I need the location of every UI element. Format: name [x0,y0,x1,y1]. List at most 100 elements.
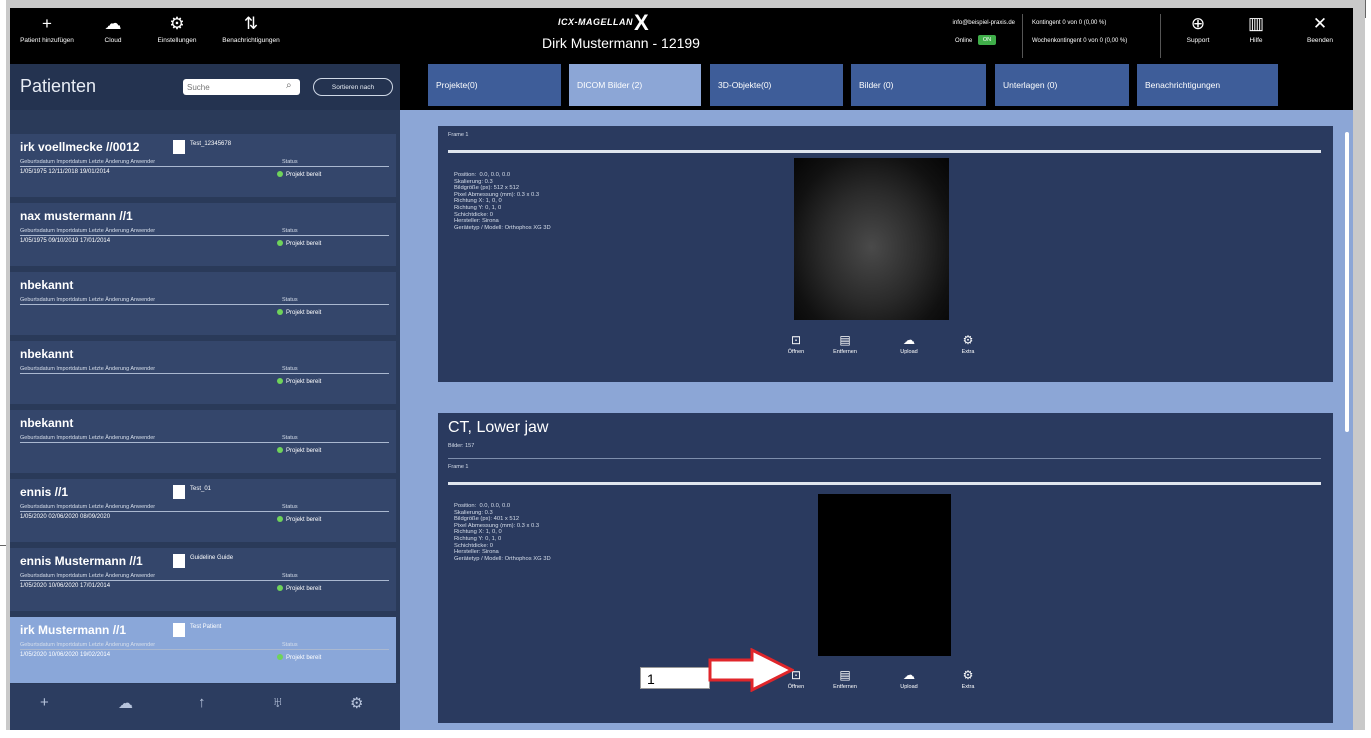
app-logo: ICX-MAGELLANX [558,10,650,35]
divider [20,580,389,581]
divider [1160,14,1161,58]
open-button[interactable]: ⊡ Öffnen [781,332,811,356]
patient-list-item[interactable]: ennis //1 Test_01 Geburtsdatum Importdatum… [10,479,396,542]
extra-button[interactable]: ⚙ Extra [953,332,983,356]
dicom-preview-image[interactable] [818,494,951,656]
upload-button[interactable]: ☁ Upload [894,667,924,691]
status-label: Status [282,435,298,441]
patient-list-item[interactable]: nbekannt Geburtsdatum Importdatum Letzte … [10,272,396,335]
tab-images[interactable]: Bilder (0) [851,64,986,106]
status-badge: Projekt bereit [277,516,321,523]
plus-icon[interactable]: + [40,694,49,711]
tooth-icon[interactable]: ♅ [272,694,283,711]
cloud-icon: ☁ [104,14,122,33]
status-dot-icon [277,309,283,315]
gear-icon: ⚙ [962,668,974,682]
gear-icon[interactable]: ⚙ [350,694,363,712]
patient-list-item[interactable]: irk Mustermann //1 Test Patient Geburtsdat… [10,617,396,683]
tab-notifications[interactable]: Benachrichtigungen [1137,64,1278,106]
settings-button[interactable]: ⚙ Einstellungen [146,12,208,46]
gear-icon: ⚙ [962,333,974,347]
patient-list-item[interactable]: ennis Mustermann //1 Guideline Guide Gebur… [10,548,396,611]
cloud-icon[interactable]: ☁ [118,694,133,712]
sort-button[interactable]: Sortieren nach [313,78,393,96]
divider [0,545,6,546]
tab-documents[interactable]: Unterlagen (0) [995,64,1129,106]
exit-button[interactable]: ✕ Beenden [1300,12,1340,46]
divider [20,304,389,305]
scrollbar[interactable] [1345,132,1349,432]
divider [20,649,389,650]
search-icon[interactable]: ⌕ [286,80,292,91]
close-icon: ✕ [1312,14,1328,33]
patient-list-item[interactable]: nbekannt Geburtsdatum Importdatum Letzte … [10,341,396,404]
patient-column-headers: Geburtsdatum Importdatum Letzte Änderung… [20,366,156,372]
divider [448,482,1321,485]
image-icon: ⊡ [790,333,802,347]
patient-name: irk voellmecke //0012 [20,140,140,154]
upload-icon[interactable]: ↑ [198,694,206,711]
patient-name: nax mustermann //1 [20,209,133,223]
patient-name: nbekannt [20,416,74,430]
book-icon: ▥ [1247,14,1265,33]
status-label: Status [282,297,298,303]
divider [20,166,389,167]
quota-text: Wochenkontingent 0 von 0 (0,00 %) [1032,38,1128,44]
divider [1022,14,1023,58]
support-button[interactable]: ⊕ Support [1178,12,1218,46]
remove-button[interactable]: ▤ Entfernen [830,667,860,691]
status-label: Status [282,573,298,579]
content-area: Projekte(0) DICOM Bilder (2) 3D-Objekte(… [400,64,1353,730]
arrow-icon [708,648,794,692]
patient-toolbar: + ☁ ↑ ♅ ⚙ [10,684,400,730]
dicom-item: Frame 1 Position: 0.0, 0.0, 0.0 Skalieru… [438,126,1333,382]
status-label: Status [282,228,298,234]
extra-button[interactable]: ⚙ Extra [953,667,983,691]
status-dot-icon [277,516,283,522]
divider [20,511,389,512]
patient-dates: 1/05/1975 09/10/2019 17/01/2014 [20,238,111,244]
patient-column-headers: Geburtsdatum Importdatum Letzte Änderung… [20,228,156,234]
patient-dates: 1/05/1975 12/11/2018 19/01/2014 [20,169,110,175]
online-badge: ON [978,35,996,45]
divider [448,458,1321,459]
divider [20,373,389,374]
quota-text: Kontingent 0 von 0 (0,00 %) [1032,20,1107,26]
tab-dicom[interactable]: DICOM Bilder (2) [569,64,701,106]
top-bar: + Patient hinzufügen ☁ Cloud ⚙ Einstellu… [10,8,1353,64]
document-icon [173,485,185,499]
dicom-preview-image[interactable] [794,158,949,320]
patient-list-item[interactable]: nbekannt Geburtsdatum Importdatum Letzte … [10,410,396,473]
tab-3d-objects[interactable]: 3D-Objekte(0) [710,64,843,106]
patient-document-label: Guideline Guide [190,555,234,561]
patient-column-headers: Geburtsdatum Importdatum Letzte Änderung… [20,297,156,303]
cloud-icon: ☁ [903,333,915,347]
gear-icon: ⚙ [169,14,185,33]
add-patient-button[interactable]: + Patient hinzufügen [12,12,82,46]
status-dot-icon [277,378,283,384]
divider [448,150,1321,153]
patient-dates: 1/05/2020 02/06/2020 08/09/2020 [20,514,111,520]
divider [20,235,389,236]
cloud-button[interactable]: ☁ Cloud [94,12,132,46]
patient-document-label: Test_12345678 [190,141,232,147]
trash-icon: ▤ [839,333,851,347]
tab-projects[interactable]: Projekte(0) [428,64,561,106]
divider [20,442,389,443]
help-button[interactable]: ▥ Hilfe [1236,12,1276,46]
status-badge: Projekt bereit [277,447,321,454]
upload-button[interactable]: ☁ Upload [894,332,924,356]
status-dot-icon [277,654,283,660]
patient-name: ennis Mustermann //1 [20,554,143,568]
search-input[interactable] [183,79,300,95]
notifications-button[interactable]: ⇅ Benachrichtigungen [206,12,296,46]
online-label: Online [955,38,973,44]
patient-column-headers: Geburtsdatum Importdatum Letzte Änderung… [20,642,156,648]
patient-panel-header: Patienten ⌕ Sortieren nach [10,64,400,110]
patient-list-item[interactable]: irk voellmecke //0012 Test_12345678 Geburt… [10,134,396,197]
patient-list-item[interactable]: nax mustermann //1 Geburtsdatum Importdat… [10,203,396,266]
patient-document-label: Test_01 [190,486,212,492]
account-email: info@beispiel-praxis.de [952,20,1015,26]
remove-button[interactable]: ▤ Entfernen [830,332,860,356]
patient-name: nbekannt [20,278,74,292]
